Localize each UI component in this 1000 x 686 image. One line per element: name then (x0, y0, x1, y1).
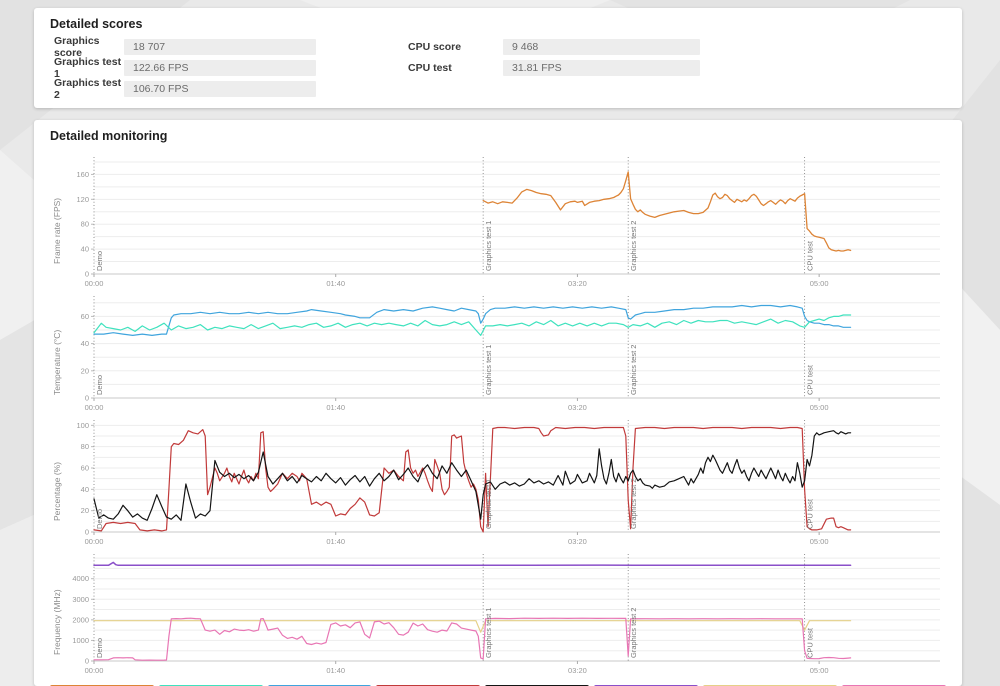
svg-text:Graphics test 2: Graphics test 2 (629, 479, 638, 529)
svg-text:Demo: Demo (95, 638, 104, 658)
svg-text:20: 20 (81, 366, 89, 375)
chart-frame-rate-fps: Frame rate (FPS) 0 40 80 120 160 00:00 01:40 03:… (50, 157, 946, 290)
svg-text:100: 100 (76, 421, 89, 430)
svg-text:05:00: 05:00 (810, 537, 829, 546)
svg-text:2000: 2000 (72, 615, 89, 624)
svg-text:CPU test: CPU test (806, 627, 815, 658)
svg-text:80: 80 (81, 442, 89, 451)
benchmark-results-page: Detailed scores Graphics score 18 707 Grap… (0, 0, 1000, 686)
svg-text:4000: 4000 (72, 574, 89, 583)
svg-text:CPU test: CPU test (806, 364, 815, 395)
svg-text:3000: 3000 (72, 595, 89, 604)
score-label: Graphics test 2 (54, 77, 122, 101)
svg-text:Graphics test 1: Graphics test 1 (484, 608, 493, 658)
svg-text:Graphics test 1: Graphics test 1 (484, 345, 493, 395)
svg-text:Graphics test 1: Graphics test 1 (484, 479, 493, 529)
chart-percentage: Percentage (%) 0 20 40 60 80 100 00:00 01:40 03:2… (50, 420, 946, 548)
chart-temperature-c: Temperature (°C) 0 20 40 60 00:00 01:40 03:20 05… (50, 296, 946, 414)
score-row: Graphics test 2 106.70 FPS (54, 77, 316, 101)
svg-text:40: 40 (81, 339, 89, 348)
svg-text:Graphics test 2: Graphics test 2 (629, 345, 638, 395)
svg-text:03:20: 03:20 (568, 537, 587, 546)
y-axis-title: Temperature (°C) (52, 329, 62, 395)
scores-card-title: Detailed scores (50, 17, 143, 31)
svg-text:Demo: Demo (95, 251, 104, 271)
score-value: 18 707 (124, 39, 316, 55)
chart-frequency-mhz: Frequency (MHz) 0 1000 2000 3000 4000 00:00 01:… (50, 554, 946, 677)
svg-text:01:40: 01:40 (326, 537, 345, 546)
score-value: 122.66 FPS (124, 60, 316, 76)
svg-text:00:00: 00:00 (85, 403, 104, 412)
score-label: CPU test (408, 62, 452, 74)
svg-text:0: 0 (85, 657, 89, 666)
svg-text:0: 0 (85, 394, 89, 403)
svg-text:Graphics test 1: Graphics test 1 (484, 221, 493, 271)
monitoring-card-title: Detailed monitoring (50, 129, 168, 143)
svg-text:Demo: Demo (95, 375, 104, 395)
score-row: Graphics test 1 122.66 FPS (54, 56, 316, 80)
y-axis-title: Frequency (MHz) (52, 589, 62, 656)
score-row: Graphics score 18 707 (54, 35, 316, 59)
detailed-scores-card: Detailed scores Graphics score 18 707 Grap… (34, 8, 962, 108)
svg-text:40: 40 (81, 485, 89, 494)
svg-text:CPU test: CPU test (806, 498, 815, 529)
svg-text:Graphics test 2: Graphics test 2 (629, 608, 638, 658)
svg-text:01:40: 01:40 (326, 403, 345, 412)
svg-text:1000: 1000 (72, 636, 89, 645)
svg-text:Demo: Demo (95, 509, 104, 529)
svg-text:120: 120 (76, 195, 89, 204)
detailed-monitoring-card: Detailed monitoring Frame rate (FPS) 0 40 8… (34, 120, 962, 686)
svg-text:00:00: 00:00 (85, 279, 104, 288)
chart-plot: 0 40 80 120 160 00:00 01:40 03:20 05:00 Demo Graph… (76, 157, 940, 288)
chart-plot: 0 20 40 60 80 100 00:00 01:40 03:20 05:00 Demo Grap… (76, 420, 940, 546)
svg-text:20: 20 (81, 506, 89, 515)
svg-text:0: 0 (85, 528, 89, 537)
score-value: 106.70 FPS (124, 81, 316, 97)
chart-plot: 0 1000 2000 3000 4000 00:00 01:40 03:20 05:00 Dem… (72, 554, 940, 675)
y-axis-title: Percentage (%) (52, 461, 62, 521)
score-value: 31.81 FPS (503, 60, 700, 76)
scores-grid: Graphics score 18 707 Graphics test 1 122.6… (34, 31, 962, 101)
scores-column-cpu: CPU score 9 468 CPU test 31.81 FPS (408, 39, 700, 97)
score-row: CPU test 31.81 FPS (408, 60, 700, 76)
svg-text:05:00: 05:00 (810, 279, 829, 288)
svg-text:160: 160 (76, 170, 89, 179)
svg-text:00:00: 00:00 (85, 666, 104, 675)
score-value: 9 468 (503, 39, 700, 55)
svg-text:80: 80 (81, 220, 89, 229)
svg-text:Graphics test 2: Graphics test 2 (629, 221, 638, 271)
svg-text:05:00: 05:00 (810, 666, 829, 675)
svg-text:03:20: 03:20 (568, 666, 587, 675)
svg-text:01:40: 01:40 (326, 279, 345, 288)
svg-text:00:00: 00:00 (85, 537, 104, 546)
svg-text:40: 40 (81, 245, 89, 254)
svg-text:05:00: 05:00 (810, 403, 829, 412)
svg-text:CPU test: CPU test (806, 240, 815, 271)
svg-text:0: 0 (85, 270, 89, 279)
svg-text:03:20: 03:20 (568, 279, 587, 288)
svg-text:03:20: 03:20 (568, 403, 587, 412)
monitoring-charts: Frame rate (FPS) 0 40 80 120 160 00:00 01:40 03:… (34, 143, 962, 677)
chart-plot: 0 20 40 60 00:00 01:40 03:20 05:00 Demo Graphics … (81, 296, 940, 412)
svg-text:60: 60 (81, 464, 89, 473)
scores-column-graphics: Graphics score 18 707 Graphics test 1 122.6… (54, 35, 316, 101)
score-row: CPU score 9 468 (408, 39, 700, 55)
chart-legend: Frame rate (FPS)CPU Temperature (°C)GPU … (34, 677, 962, 686)
score-label: CPU score (408, 41, 462, 53)
y-axis-title: Frame rate (FPS) (52, 197, 62, 264)
svg-text:60: 60 (81, 312, 89, 321)
svg-text:01:40: 01:40 (326, 666, 345, 675)
